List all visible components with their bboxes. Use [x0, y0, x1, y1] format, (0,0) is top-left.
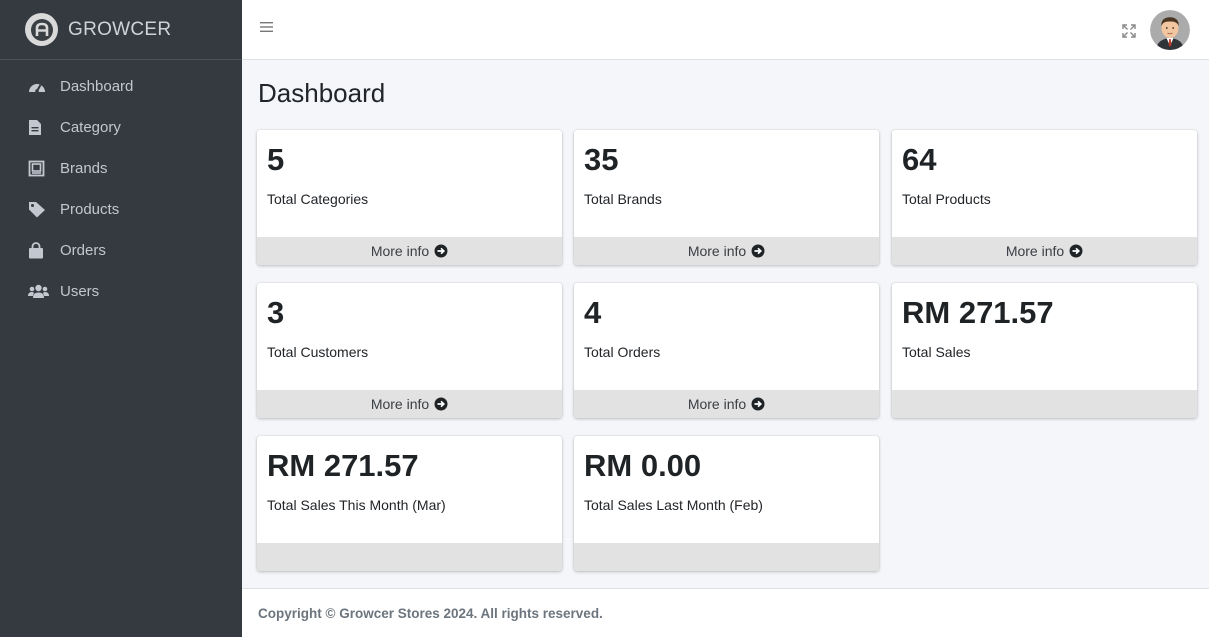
stat-label: Total Customers — [267, 344, 369, 360]
page-footer: Copyright © Growcer Stores 2024. All rig… — [242, 588, 1209, 637]
more-info-label: More info — [687, 243, 747, 259]
stat-value: 4 — [584, 295, 602, 330]
sidebar-item-label: Brands — [60, 160, 108, 177]
brand-logo-icon — [25, 13, 58, 46]
stat-value: 64 — [902, 142, 937, 177]
user-avatar-icon[interactable] — [1150, 10, 1190, 50]
card-footer — [574, 543, 879, 571]
stat-card-total-products: 64 Total Products More info — [892, 130, 1197, 265]
more-info-label: More info — [370, 243, 430, 259]
sidebar-nav: Dashboard Category Brands Products Order… — [0, 60, 242, 312]
card-footer — [892, 390, 1197, 418]
stat-label: Total Sales This Month (Mar) — [267, 497, 446, 513]
sidebar-item-category[interactable]: Category — [0, 107, 242, 148]
sidebar-item-dashboard[interactable]: Dashboard — [0, 66, 242, 107]
shopping-bag-icon — [28, 242, 50, 260]
more-info-label: More info — [687, 396, 747, 412]
more-info-link[interactable]: More info — [892, 237, 1197, 265]
stat-card-total-orders: 4 Total Orders More info — [574, 283, 879, 418]
stat-card-total-categories: 5 Total Categories More info — [257, 130, 562, 265]
file-icon — [28, 119, 50, 137]
more-info-label: More info — [370, 396, 430, 412]
sidebar-item-label: Category — [60, 119, 121, 136]
stat-label: Total Categories — [267, 191, 369, 207]
more-info-link[interactable]: More info — [257, 237, 562, 265]
brand-link[interactable]: GROWCER — [0, 0, 242, 60]
stat-value: RM 271.57 — [267, 448, 419, 483]
tag-icon — [28, 201, 50, 219]
stat-label: Total Sales — [902, 344, 971, 360]
hamburger-icon[interactable] — [260, 20, 280, 40]
expand-arrows-icon[interactable] — [1122, 24, 1138, 40]
tachometer-icon — [28, 78, 50, 96]
sidebar-item-orders[interactable]: Orders — [0, 230, 242, 271]
stat-card-total-brands: 35 Total Brands More info — [574, 130, 879, 265]
stat-label: Total Products — [902, 191, 991, 207]
arrow-circle-right-icon — [434, 397, 448, 411]
users-icon — [28, 283, 50, 301]
stat-card-total-sales: RM 271.57 Total Sales — [892, 283, 1197, 418]
sidebar-item-label: Dashboard — [60, 78, 134, 95]
more-info-link[interactable]: More info — [574, 237, 879, 265]
stat-value: 35 — [584, 142, 619, 177]
more-info-label: More info — [1005, 243, 1065, 259]
arrow-circle-right-icon — [1069, 244, 1083, 258]
brand-name: GROWCER — [68, 18, 172, 40]
sidebar-item-products[interactable]: Products — [0, 189, 242, 230]
stat-value: 5 — [267, 142, 285, 177]
card-footer — [257, 543, 562, 571]
stat-value: 3 — [267, 295, 285, 330]
sidebar-item-users[interactable]: Users — [0, 271, 242, 312]
sidebar: GROWCER Dashboard Category Brands Produc… — [0, 0, 242, 637]
stat-label: Total Orders — [584, 344, 661, 360]
stat-card-sales-last-month: RM 0.00 Total Sales Last Month (Feb) — [574, 436, 879, 571]
more-info-link[interactable]: More info — [574, 390, 879, 418]
arrow-circle-right-icon — [751, 244, 765, 258]
stat-label: Total Brands — [584, 191, 662, 207]
top-navbar — [242, 0, 1209, 60]
copyright-text: Copyright © Growcer Stores 2024. All rig… — [258, 605, 603, 621]
sidebar-item-label: Orders — [60, 242, 106, 259]
page-title: Dashboard — [258, 78, 386, 108]
brand-box-icon — [28, 160, 50, 178]
sidebar-item-label: Users — [60, 283, 100, 300]
sidebar-item-label: Products — [60, 201, 120, 218]
arrow-circle-right-icon — [434, 244, 448, 258]
stat-card-total-customers: 3 Total Customers More info — [257, 283, 562, 418]
arrow-circle-right-icon — [751, 397, 765, 411]
more-info-link[interactable]: More info — [257, 390, 562, 418]
stat-card-sales-this-month: RM 271.57 Total Sales This Month (Mar) — [257, 436, 562, 571]
stat-value: RM 271.57 — [902, 295, 1054, 330]
sidebar-item-brands[interactable]: Brands — [0, 148, 242, 189]
stat-value: RM 0.00 — [584, 448, 702, 483]
stat-label: Total Sales Last Month (Feb) — [584, 497, 763, 513]
